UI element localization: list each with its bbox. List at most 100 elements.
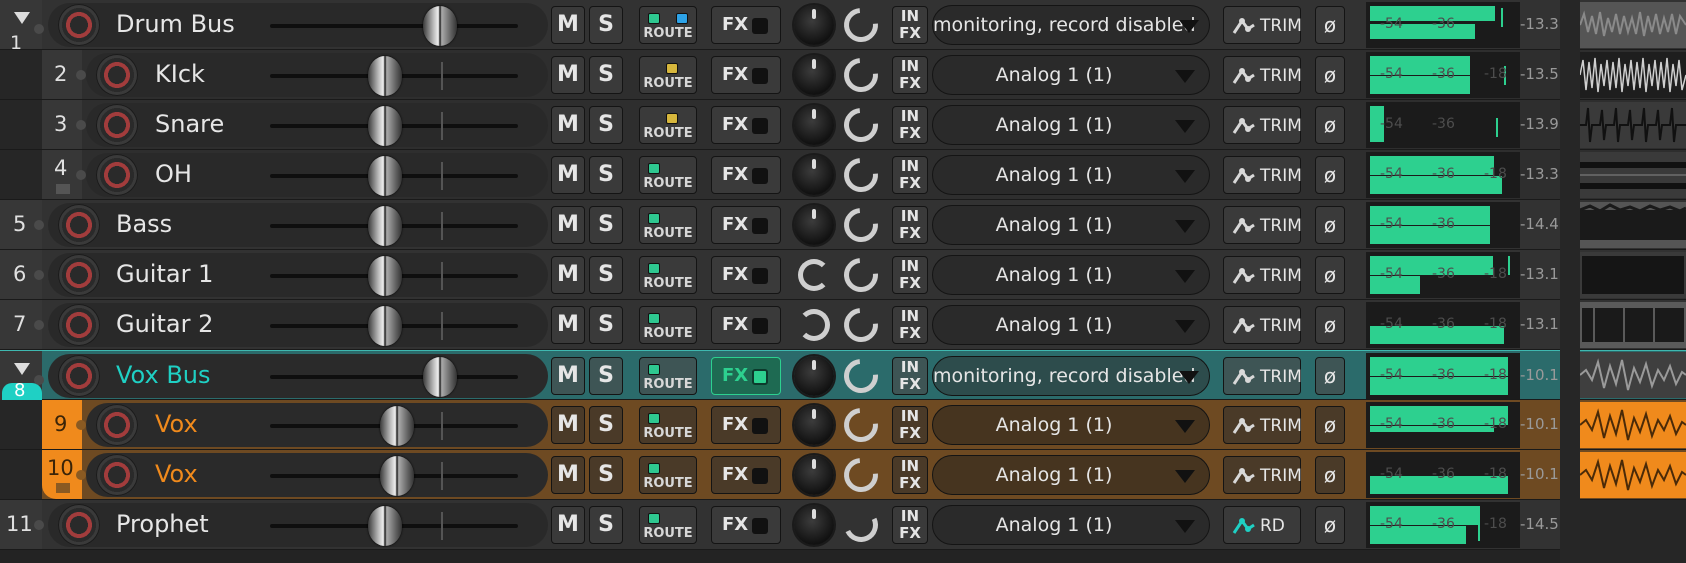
- track-name[interactable]: Vox: [155, 460, 198, 488]
- solo-button[interactable]: S: [589, 56, 623, 94]
- automation-mode-button[interactable]: TRIM: [1223, 456, 1302, 494]
- automation-mode-button[interactable]: RD: [1223, 506, 1301, 544]
- volume-fader-handle[interactable]: [423, 6, 457, 46]
- mute-button[interactable]: M: [551, 106, 585, 144]
- fx-bypass-indicator[interactable]: [752, 369, 768, 385]
- track-name[interactable]: Vox: [155, 410, 198, 438]
- volume-knob[interactable]: [794, 505, 834, 545]
- tcp-arrange-divider[interactable]: [1560, 0, 1580, 563]
- input-select-dropdown[interactable]: Analog 1 (1): [932, 455, 1210, 495]
- route-button[interactable]: ROUTE: [639, 256, 697, 294]
- input-fx-button[interactable]: IN FX: [892, 206, 928, 244]
- volume-fader-track[interactable]: [270, 24, 518, 28]
- input-select-dropdown[interactable]: monitoring, record disabled: [932, 5, 1210, 45]
- volume-knob[interactable]: [794, 5, 834, 45]
- route-button[interactable]: ROUTE: [639, 357, 697, 395]
- fx-button[interactable]: FX: [711, 6, 781, 44]
- item-waveform[interactable]: [1580, 102, 1686, 148]
- input-fx-button[interactable]: IN FX: [892, 506, 928, 544]
- record-arm-button[interactable]: [96, 104, 138, 146]
- volume-fader-handle[interactable]: [368, 156, 402, 196]
- record-arm-button[interactable]: [58, 254, 100, 296]
- fx-bypass-indicator[interactable]: [752, 418, 768, 434]
- volume-fader-handle[interactable]: [368, 306, 402, 346]
- route-button[interactable]: ROUTE: [639, 406, 697, 444]
- track-row[interactable]: 3 Snare M S ROUTE FX IN FX Analog 1 (1) T…: [0, 100, 1686, 150]
- track-name[interactable]: Guitar 2: [116, 310, 213, 338]
- route-button[interactable]: ROUTE: [639, 206, 697, 244]
- input-fx-button[interactable]: IN FX: [892, 56, 928, 94]
- record-arm-button[interactable]: [58, 304, 100, 346]
- item-waveform[interactable]: [1580, 352, 1686, 398]
- automation-mode-button[interactable]: TRIM: [1223, 106, 1302, 144]
- automation-mode-button[interactable]: TRIM: [1223, 406, 1302, 444]
- fx-bypass-indicator[interactable]: [752, 518, 768, 534]
- track-name[interactable]: Drum Bus: [116, 10, 235, 38]
- item-waveform[interactable]: [1580, 302, 1686, 348]
- automation-mode-button[interactable]: TRIM: [1223, 6, 1302, 44]
- track-name[interactable]: Vox Bus: [116, 361, 211, 389]
- automation-mode-button[interactable]: TRIM: [1223, 357, 1302, 395]
- route-button[interactable]: ROUTE: [639, 106, 697, 144]
- input-fx-button[interactable]: IN FX: [892, 156, 928, 194]
- volume-knob[interactable]: [794, 55, 834, 95]
- record-arm-button[interactable]: [58, 204, 100, 246]
- mute-button[interactable]: M: [551, 406, 585, 444]
- track-name[interactable]: KIck: [155, 60, 205, 88]
- pan-knob[interactable]: [837, 151, 885, 199]
- automation-mode-button[interactable]: TRIM: [1223, 306, 1302, 344]
- volume-fader-handle[interactable]: [368, 506, 402, 546]
- phase-invert-button[interactable]: ø: [1315, 406, 1345, 444]
- volume-fader-handle[interactable]: [368, 206, 402, 246]
- fx-button[interactable]: FX: [711, 456, 781, 494]
- pan-knob[interactable]: [837, 51, 885, 99]
- fx-button[interactable]: FX: [711, 156, 781, 194]
- fx-button[interactable]: FX: [711, 256, 781, 294]
- track-row[interactable]: 7 Guitar 2 M S ROUTE FX IN FX Analog 1 (1…: [0, 300, 1686, 350]
- track-name[interactable]: Bass: [116, 210, 172, 238]
- mute-button[interactable]: M: [551, 456, 585, 494]
- fx-button[interactable]: FX: [711, 506, 781, 544]
- pan-knob[interactable]: [839, 503, 883, 547]
- record-arm-button[interactable]: [58, 4, 100, 46]
- track-name[interactable]: Snare: [155, 110, 224, 138]
- pan-knob[interactable]: [837, 401, 885, 449]
- pan-knob[interactable]: [837, 1, 885, 49]
- track-row[interactable]: 4 OH M S ROUTE FX IN FX Analog 1 (1) TRIM…: [0, 150, 1686, 200]
- fx-bypass-indicator[interactable]: [752, 218, 768, 234]
- mute-button[interactable]: M: [551, 506, 585, 544]
- record-arm-button[interactable]: [96, 404, 138, 446]
- input-fx-button[interactable]: IN FX: [892, 306, 928, 344]
- input-select-dropdown[interactable]: Analog 1 (1): [932, 255, 1210, 295]
- track-row[interactable]: 8 Vox Bus M S ROUTE FX IN FX monitoring, …: [0, 350, 1686, 401]
- fx-bypass-indicator[interactable]: [752, 268, 768, 284]
- phase-invert-button[interactable]: ø: [1315, 256, 1345, 294]
- pan-knob[interactable]: [837, 451, 885, 499]
- track-row[interactable]: 1 Drum Bus M S ROUTE FX IN FX monitoring,…: [0, 0, 1686, 54]
- volume-knob[interactable]: [794, 205, 834, 245]
- input-fx-button[interactable]: IN FX: [892, 456, 928, 494]
- mute-button[interactable]: M: [551, 56, 585, 94]
- fx-button[interactable]: FX: [711, 206, 781, 244]
- phase-invert-button[interactable]: ø: [1315, 456, 1345, 494]
- volume-fader-handle[interactable]: [368, 256, 402, 296]
- route-button[interactable]: ROUTE: [639, 306, 697, 344]
- phase-invert-button[interactable]: ø: [1315, 56, 1345, 94]
- solo-button[interactable]: S: [589, 156, 623, 194]
- item-waveform[interactable]: [1580, 452, 1686, 498]
- track-name[interactable]: Guitar 1: [116, 260, 213, 288]
- route-button[interactable]: ROUTE: [639, 456, 697, 494]
- route-button[interactable]: ROUTE: [639, 6, 697, 44]
- fx-button[interactable]: FX: [711, 406, 781, 444]
- volume-fader-handle[interactable]: [380, 456, 414, 496]
- track-row[interactable]: 2 KIck M S ROUTE FX IN FX Analog 1 (1) TR…: [0, 50, 1686, 100]
- record-arm-button[interactable]: [58, 504, 100, 546]
- fx-bypass-indicator[interactable]: [752, 318, 768, 334]
- fx-bypass-indicator[interactable]: [752, 468, 768, 484]
- input-select-dropdown[interactable]: Analog 1 (1): [932, 155, 1210, 195]
- phase-invert-button[interactable]: ø: [1315, 306, 1345, 344]
- automation-mode-button[interactable]: TRIM: [1223, 56, 1302, 94]
- mute-button[interactable]: M: [551, 156, 585, 194]
- input-select-dropdown[interactable]: Analog 1 (1): [932, 205, 1210, 245]
- track-name[interactable]: Prophet: [116, 510, 209, 538]
